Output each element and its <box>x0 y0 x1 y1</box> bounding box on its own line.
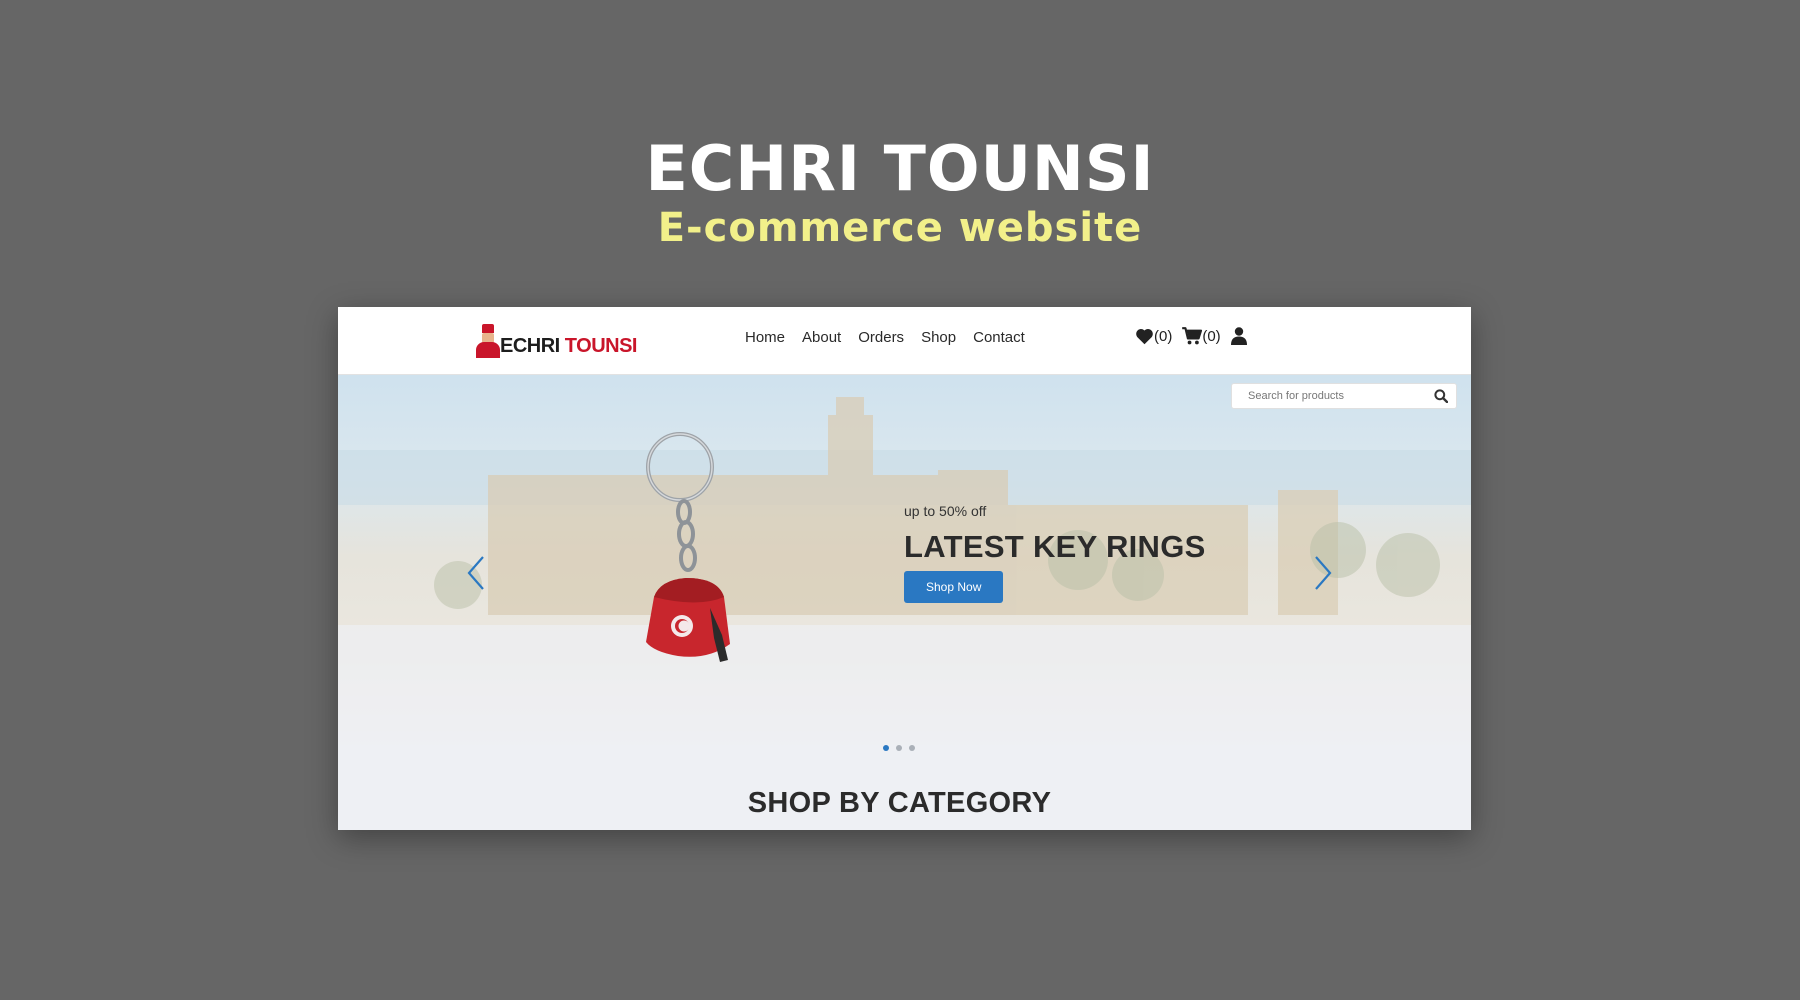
carousel-dot-3[interactable] <box>909 745 915 751</box>
nav-about[interactable]: About <box>802 329 841 346</box>
carousel-prev-button[interactable] <box>464 553 488 593</box>
website-screenshot: ECHRI TOUNSI Home About Orders Shop Cont… <box>338 307 1471 830</box>
cart-count: (0) <box>1202 327 1221 345</box>
heart-icon <box>1136 328 1153 344</box>
carousel-dot-2[interactable] <box>896 745 902 751</box>
search-icon[interactable] <box>1434 389 1448 403</box>
site-header: ECHRI TOUNSI Home About Orders Shop Cont… <box>338 307 1471 375</box>
search-input[interactable] <box>1246 389 1434 403</box>
user-icon <box>1230 327 1247 345</box>
logo-text-red: TOUNSI <box>564 334 638 357</box>
carousel-next-button[interactable] <box>1311 553 1335 593</box>
promo-content: up to 50% off LATEST KEY RINGS Shop Now <box>904 503 1206 603</box>
logo-text-dark: ECHRI <box>500 334 560 357</box>
logo-mascot-icon <box>474 324 502 358</box>
site-logo[interactable]: ECHRI TOUNSI <box>474 321 638 361</box>
hero-carousel: up to 50% off LATEST KEY RINGS Shop Now … <box>338 375 1471 830</box>
carousel-dot-1[interactable] <box>883 745 889 751</box>
shop-now-button[interactable]: Shop Now <box>904 571 1004 603</box>
chevron-left-icon <box>467 556 484 590</box>
header-actions: (0) (0) <box>1135 327 1257 345</box>
keyring-product-image <box>646 432 730 662</box>
promo-heading: LATEST KEY RINGS <box>904 529 1206 564</box>
presentation-subtitle: E-commerce website <box>657 205 1143 251</box>
account-button[interactable] <box>1230 327 1247 345</box>
promo-discount-text: up to 50% off <box>904 503 987 519</box>
nav-contact[interactable]: Contact <box>973 329 1025 346</box>
presentation-title: ECHRI TOUNSI <box>645 132 1155 205</box>
shop-by-category-heading: SHOP BY CATEGORY <box>747 787 1052 819</box>
chevron-right-icon <box>1315 556 1332 590</box>
main-nav: Home About Orders Shop Contact <box>745 329 1025 346</box>
logo-text: ECHRI TOUNSI <box>500 334 638 358</box>
cart-button[interactable]: (0) <box>1182 327 1221 345</box>
search-bar <box>1231 383 1457 409</box>
nav-orders[interactable]: Orders <box>858 329 904 346</box>
wishlist-button[interactable]: (0) <box>1135 328 1172 345</box>
nav-home[interactable]: Home <box>745 329 785 346</box>
nav-shop[interactable]: Shop <box>921 329 956 346</box>
wishlist-count: (0) <box>1154 327 1173 345</box>
cart-icon <box>1182 327 1203 345</box>
carousel-indicators <box>883 745 915 751</box>
